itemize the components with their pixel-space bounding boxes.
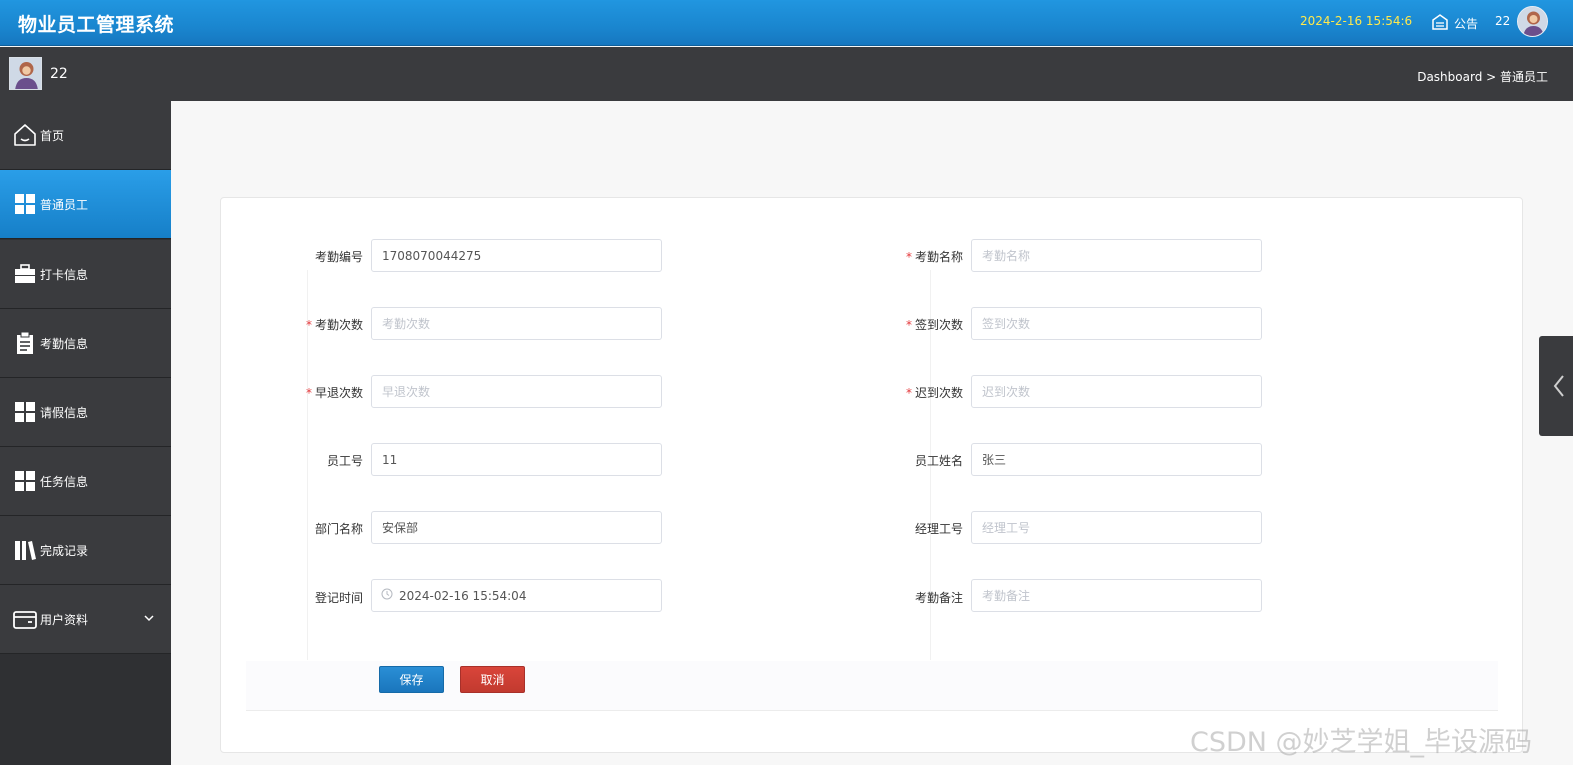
avatar[interactable] [1517, 6, 1548, 37]
sidebar-item-label: 首页 [40, 128, 65, 143]
sidebar-item-profile[interactable]: 用户资料 [0, 585, 171, 654]
home-icon [12, 122, 38, 148]
early-leave-count-label: * 早退次数 [305, 386, 363, 400]
register-time-picker[interactable]: 2024-02-16 15:54:04 [371, 579, 662, 612]
attendance-no-label: 考勤编号 [314, 250, 363, 264]
app-title: 物业员工管理系统 [18, 14, 175, 36]
grid-icon [12, 468, 38, 494]
late-count-label: * 迟到次数 [905, 386, 963, 400]
sidebar-item-leave[interactable]: 请假信息 [0, 378, 171, 447]
signin-count-label: * 签到次数 [905, 318, 963, 332]
briefcase-icon [12, 261, 38, 287]
attendance-count-input[interactable] [371, 307, 662, 340]
clipboard-icon [12, 330, 38, 356]
books-icon [12, 537, 38, 563]
attendance-name-label: * 考勤名称 [905, 250, 963, 264]
attendance-name-input[interactable] [971, 239, 1262, 272]
employee-name-label: 员工姓名 [914, 454, 963, 468]
department-input[interactable] [371, 511, 662, 544]
announcement-icon [1430, 12, 1450, 35]
register-time-label: 登记时间 [314, 591, 363, 605]
remark-label: 考勤备注 [914, 591, 963, 605]
remark-input[interactable] [971, 579, 1262, 612]
chevron-down-icon [143, 612, 155, 624]
sidebar-item-label: 任务信息 [40, 474, 89, 489]
sidebar-item-label: 考勤信息 [40, 336, 89, 351]
late-count-input[interactable] [971, 375, 1262, 408]
user-bar: 22 Dashboard > 普通员工 [0, 47, 1573, 101]
breadcrumb: Dashboard > 普通员工 [1417, 70, 1548, 84]
cancel-button[interactable]: 取消 [460, 666, 525, 693]
sidebar-item-staff[interactable]: 普通员工 [0, 170, 171, 239]
sidebar-item-label: 打卡信息 [40, 267, 89, 282]
sidebar-item-completed[interactable]: 完成记录 [0, 516, 171, 585]
save-button[interactable]: 保存 [379, 666, 444, 693]
sidebar-item-tasks[interactable]: 任务信息 [0, 447, 171, 516]
watermark: CSDN @妙芝学姐_毕设源码 [1190, 727, 1533, 758]
early-leave-count-input[interactable] [371, 375, 662, 408]
notice-link[interactable]: 公告 [1430, 12, 1478, 35]
sidebar-item-label: 用户资料 [40, 612, 89, 627]
grid-icon [12, 191, 38, 217]
sidebar-item-home[interactable]: 首页 [0, 101, 171, 170]
sidebar-item-attendance[interactable]: 考勤信息 [0, 309, 171, 378]
grid-icon [12, 399, 38, 425]
manager-no-label: 经理工号 [914, 522, 963, 536]
sidebar-username: 22 [50, 66, 68, 82]
sidebar-item-label: 普通员工 [40, 197, 89, 212]
manager-no-input[interactable] [971, 511, 1262, 544]
register-time-value: 2024-02-16 15:54:04 [399, 588, 527, 603]
top-header: 物业员工管理系统 2024-2-16 15:54:6 公告 22 [0, 0, 1573, 46]
employee-no-label: 员工号 [326, 454, 363, 468]
attendance-count-label: * 考勤次数 [305, 318, 363, 332]
panel-toggle-handle[interactable] [1539, 336, 1573, 436]
header-username[interactable]: 22 [1495, 14, 1510, 28]
sidebar-item-label: 请假信息 [40, 405, 89, 420]
attendance-no-input[interactable] [371, 239, 662, 272]
sidebar-item-label: 完成记录 [40, 543, 89, 558]
avatar [9, 57, 42, 90]
sidebar-item-clockin[interactable]: 打卡信息 [0, 240, 171, 309]
clock-icon [381, 588, 399, 603]
datetime-display: 2024-2-16 15:54:6 [1300, 14, 1413, 28]
employee-name-input[interactable] [971, 443, 1262, 476]
sidebar: 首页 普通员工 打卡信息 考勤信息 请假信息 任务信息 完成记录 用户资料 [0, 101, 171, 765]
department-label: 部门名称 [314, 522, 363, 536]
employee-no-input[interactable] [371, 443, 662, 476]
wallet-icon [12, 606, 38, 632]
signin-count-input[interactable] [971, 307, 1262, 340]
notice-label: 公告 [1454, 17, 1479, 31]
